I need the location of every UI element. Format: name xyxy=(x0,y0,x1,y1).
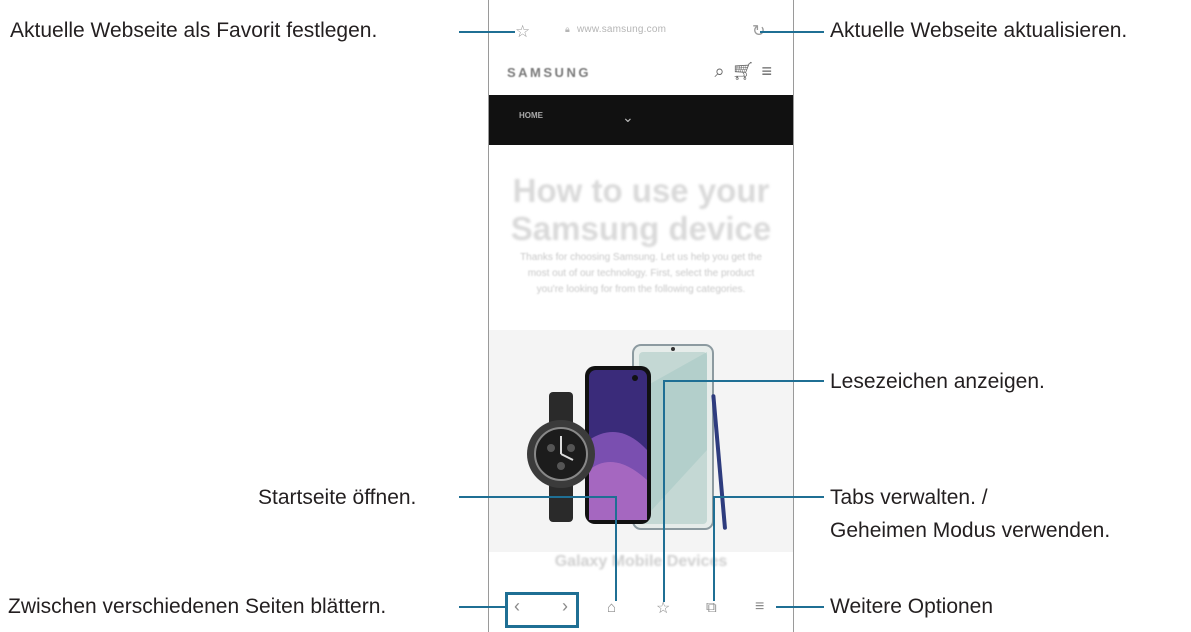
page-headline: How to use your Samsung device xyxy=(510,172,772,247)
callout-favorite: Aktuelle Webseite als Favorit festlegen. xyxy=(10,19,378,42)
cart-icon[interactable]: 🛒︎ xyxy=(732,61,762,81)
section-title: Galaxy Mobile Devices xyxy=(554,553,728,570)
more-options-icon[interactable]: ≡ xyxy=(755,598,764,616)
line-home-h xyxy=(459,496,617,498)
callout-tabs-line2: Geheimen Modus verwenden. xyxy=(830,519,1111,542)
chevron-down-icon[interactable]: ⌄ xyxy=(622,109,634,126)
menu-icon[interactable]: ≡ xyxy=(761,61,779,81)
site-nav-home[interactable]: HOME xyxy=(519,111,543,120)
callout-more: Weitere Optionen xyxy=(830,595,994,618)
navigation-highlight xyxy=(505,592,579,628)
site-header: SAMSUNG ⌕🛒︎≡ xyxy=(489,55,793,93)
line-tabs-h xyxy=(713,496,824,498)
page-subtext: Thanks for choosing Samsung. Let us help… xyxy=(520,252,762,295)
line-home-v xyxy=(615,496,617,601)
url-text[interactable]: www.samsung.com xyxy=(577,24,666,35)
line-favorite xyxy=(459,31,515,33)
star-icon[interactable]: ☆ xyxy=(515,22,530,42)
address-bar: ☆ 🔒︎ www.samsung.com ↻ xyxy=(489,10,793,52)
lock-icon: 🔒︎ xyxy=(565,24,570,34)
devices-illustration xyxy=(527,344,727,530)
browser-screen: ☆ 🔒︎ www.samsung.com ↻ SAMSUNG ⌕🛒︎≡ HOME… xyxy=(488,0,794,632)
callout-navigate: Zwischen verschiedenen Seiten blättern. xyxy=(8,595,387,618)
callout-bookmarks: Lesezeichen anzeigen. xyxy=(830,370,1045,393)
hero-devices-image xyxy=(489,330,793,552)
callout-reload: Aktuelle Webseite aktualisieren. xyxy=(830,19,1128,42)
search-icon[interactable]: ⌕ xyxy=(715,61,732,81)
site-logo[interactable]: SAMSUNG xyxy=(507,65,591,80)
site-nav: HOME ⌄ xyxy=(489,95,793,145)
callout-tabs-line1: Tabs verwalten. / xyxy=(830,486,988,509)
line-bookmarks-v xyxy=(663,380,665,602)
line-tabs-v xyxy=(713,496,715,601)
site-header-icons: ⌕🛒︎≡ xyxy=(715,61,779,82)
home-icon[interactable]: ⌂ xyxy=(607,599,616,616)
line-navigate xyxy=(459,606,505,608)
tabs-icon[interactable]: ⧉ xyxy=(706,599,717,616)
callout-home: Startseite öffnen. xyxy=(258,486,417,509)
line-bookmarks-h xyxy=(663,380,824,382)
line-reload xyxy=(760,31,824,33)
line-more xyxy=(776,606,824,608)
